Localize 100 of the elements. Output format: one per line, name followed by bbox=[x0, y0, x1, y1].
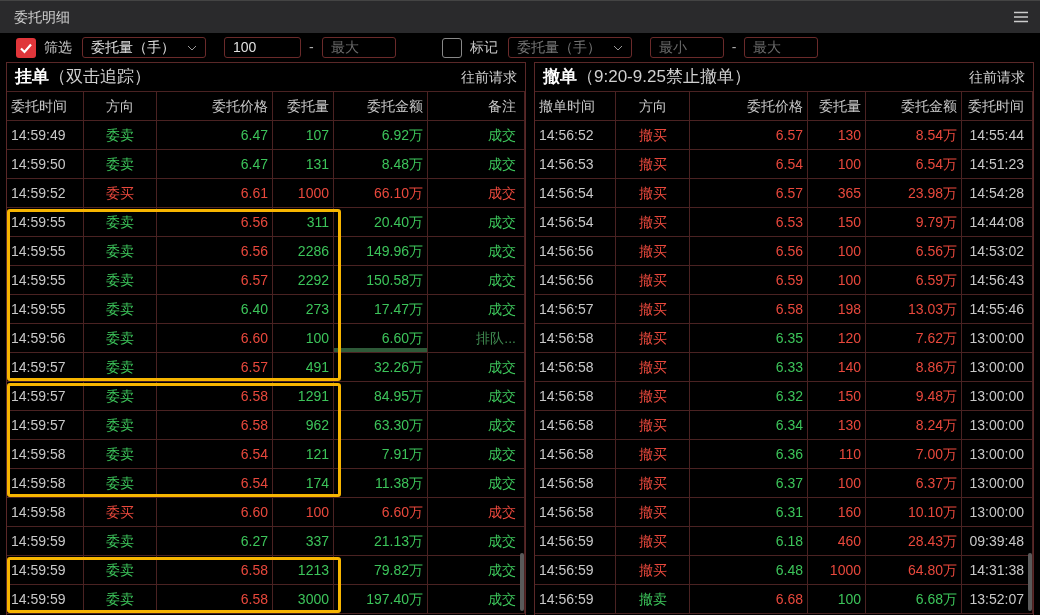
direction-cell-text: 委卖 bbox=[106, 299, 134, 319]
direction-cell-text: 撤买 bbox=[638, 357, 667, 377]
load-earlier-button[interactable]: 往前请求 bbox=[969, 66, 1025, 88]
quantity-cell-text: 174 bbox=[305, 473, 329, 493]
time-cell-text: 13:00:00 bbox=[969, 328, 1024, 348]
amount-cell-text: 7.62万 bbox=[915, 328, 957, 348]
price-cell-text: 6.47 bbox=[240, 125, 268, 145]
time-cell-text: 14:59:56 bbox=[11, 328, 66, 348]
quantity-cell-text: 3000 bbox=[297, 589, 329, 609]
checkbox[interactable] bbox=[16, 37, 36, 58]
direction-cell-text: 撤买 bbox=[638, 212, 667, 232]
amount-cell-text: 8.24万 bbox=[915, 415, 957, 435]
time-cell-text: 13:00:00 bbox=[969, 444, 1024, 464]
column-header: 委托时间 bbox=[968, 96, 1024, 116]
price-cell-text: 6.59 bbox=[775, 270, 803, 290]
time-cell-text: 13:52:07 bbox=[969, 589, 1024, 609]
amount-cell-text: 8.48万 bbox=[381, 154, 423, 174]
quantity-cell-text: 337 bbox=[305, 531, 329, 551]
amount-cell-text: 8.54万 bbox=[915, 125, 957, 145]
quantity-cell-text: 311 bbox=[306, 212, 329, 232]
time-cell-text: 14:56:43 bbox=[969, 270, 1024, 290]
amount-cell-text: 17.47万 bbox=[373, 299, 423, 319]
time-cell-text: 09:39:48 bbox=[969, 531, 1024, 551]
input-field[interactable]: 最大 bbox=[321, 37, 396, 58]
input-field[interactable]: 最小 bbox=[649, 37, 724, 58]
time-cell-text: 14:59:57 bbox=[11, 386, 66, 406]
remark-cell-text: 成交 bbox=[488, 125, 516, 145]
price-cell-text: 6.58 bbox=[240, 589, 268, 609]
input-field[interactable]: 最大 bbox=[744, 37, 819, 58]
filter-label: 筛选 bbox=[44, 38, 72, 57]
remark-cell-text: 成交 bbox=[488, 154, 516, 174]
direction-cell-text: 撤买 bbox=[638, 241, 667, 261]
time-cell-text: 13:00:00 bbox=[969, 502, 1024, 522]
quantity-cell-text: 1291 bbox=[297, 386, 329, 406]
quantity-cell-text: 131 bbox=[305, 154, 329, 174]
time-cell-text: 14:59:55 bbox=[11, 270, 66, 290]
direction-cell-text: 撤买 bbox=[638, 386, 667, 406]
menu-icon[interactable] bbox=[1014, 11, 1028, 23]
quantity-cell-text: 100 bbox=[837, 473, 861, 493]
direction-cell-text: 委卖 bbox=[106, 531, 134, 551]
amount-cell-text: 7.91万 bbox=[381, 444, 423, 464]
price-cell-text: 6.57 bbox=[240, 357, 268, 377]
time-cell-text: 14:59:49 bbox=[11, 125, 66, 145]
time-cell-text: 14:56:54 bbox=[539, 183, 594, 203]
remark-cell-text: 排队... bbox=[476, 328, 516, 348]
price-cell-text: 6.33 bbox=[775, 357, 803, 377]
quantity-cell-text: 150 bbox=[837, 386, 861, 406]
direction-cell-text: 委卖 bbox=[106, 241, 134, 261]
remark-cell-text: 成交 bbox=[488, 589, 516, 609]
scrollbar-thumb[interactable] bbox=[520, 553, 524, 611]
amount-cell-text: 150.58万 bbox=[366, 270, 423, 290]
price-cell-text: 6.54 bbox=[240, 444, 268, 464]
direction-cell-text: 撤买 bbox=[638, 473, 667, 493]
time-cell-text: 14:56:59 bbox=[539, 560, 594, 580]
amount-cell-text: 84.95万 bbox=[373, 386, 423, 406]
panel-title: 挂单 bbox=[15, 66, 49, 89]
quantity-cell-text: 100 bbox=[305, 328, 329, 348]
price-cell-text: 6.57 bbox=[240, 270, 268, 290]
scrollbar-thumb[interactable] bbox=[1028, 553, 1032, 611]
chevron-down-icon bbox=[187, 44, 197, 51]
quantity-cell-text: 160 bbox=[837, 502, 861, 522]
direction-cell-text: 撤卖 bbox=[638, 589, 667, 609]
price-cell-text: 6.56 bbox=[240, 212, 268, 232]
price-cell-text: 6.37 bbox=[775, 473, 803, 493]
quantity-cell-text: 107 bbox=[305, 125, 329, 145]
time-cell-text: 14:59:50 bbox=[11, 154, 66, 174]
price-cell-text: 6.31 bbox=[775, 502, 803, 522]
time-cell-text: 13:00:00 bbox=[969, 386, 1024, 406]
remark-cell-text: 成交 bbox=[488, 502, 516, 522]
direction-cell-text: 委卖 bbox=[106, 473, 134, 493]
direction-cell-text: 撤买 bbox=[638, 444, 667, 464]
field-select[interactable]: 委托量（手） bbox=[82, 37, 206, 58]
time-cell-text: 14:56:56 bbox=[539, 270, 594, 290]
column-header: 方向 bbox=[106, 96, 134, 116]
input-field[interactable]: 100 bbox=[224, 37, 301, 58]
remark-cell-text: 成交 bbox=[488, 386, 516, 406]
amount-cell-text: 28.43万 bbox=[907, 531, 957, 551]
quantity-cell-text: 1213 bbox=[297, 560, 329, 580]
amount-cell-text: 79.82万 bbox=[373, 560, 423, 580]
remark-cell-text: 成交 bbox=[488, 183, 516, 203]
load-earlier-button[interactable]: 往前请求 bbox=[461, 66, 517, 88]
direction-cell-text: 撤买 bbox=[638, 154, 667, 174]
time-cell-text: 13:00:00 bbox=[969, 357, 1024, 377]
direction-cell-text: 撤买 bbox=[638, 560, 667, 580]
price-cell-text: 6.60 bbox=[240, 328, 268, 348]
direction-cell-text: 委卖 bbox=[106, 328, 134, 348]
checkbox[interactable] bbox=[441, 37, 462, 58]
time-cell-text: 14:59:55 bbox=[11, 299, 66, 319]
time-cell-text: 14:59:55 bbox=[11, 241, 66, 261]
column-header: 委托时间 bbox=[11, 96, 67, 116]
time-cell-text: 14:56:56 bbox=[539, 241, 594, 261]
time-cell-text: 14:55:44 bbox=[969, 125, 1024, 145]
time-cell-text: 14:59:58 bbox=[11, 473, 66, 493]
time-cell-text: 14:59:58 bbox=[11, 444, 66, 464]
amount-cell-text: 6.92万 bbox=[381, 125, 423, 145]
quantity-cell-text: 962 bbox=[305, 415, 329, 435]
quantity-cell-text: 140 bbox=[837, 357, 861, 377]
remark-cell-text: 成交 bbox=[488, 241, 516, 261]
amount-cell-text: 21.13万 bbox=[373, 531, 423, 551]
field-select[interactable]: 委托量（手） bbox=[507, 37, 632, 58]
